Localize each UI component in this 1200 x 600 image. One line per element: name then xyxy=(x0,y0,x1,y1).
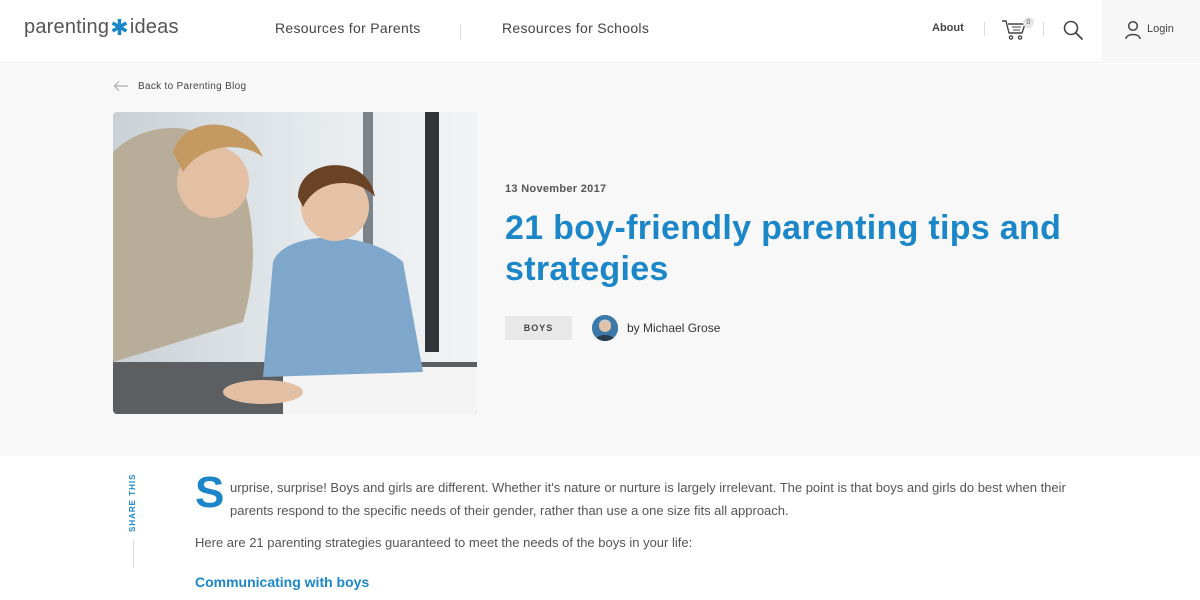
article-date: 13 November 2017 xyxy=(505,183,607,195)
share-this-link[interactable]: SHARE THIS xyxy=(128,474,137,532)
site-logo[interactable]: parenting ✱ ideas xyxy=(24,16,179,39)
search-icon[interactable] xyxy=(1062,19,1084,41)
nav-divider xyxy=(460,25,461,39)
nav-about[interactable]: About xyxy=(932,22,964,34)
site-header: parenting ✱ ideas Resources for Parents … xyxy=(0,0,1200,63)
logo-text-right: ideas xyxy=(129,16,179,38)
share-sidebar: SHARE THIS xyxy=(120,474,146,568)
nav-divider xyxy=(984,22,985,36)
login-button[interactable]: Login xyxy=(1102,0,1200,63)
back-link-label: Back to Parenting Blog xyxy=(138,80,247,92)
user-icon xyxy=(1125,20,1141,40)
article-title: 21 boy-friendly parenting tips and strat… xyxy=(505,209,1062,288)
article-hero: Back to Parenting Blog 13 November 2017 … xyxy=(0,64,1200,456)
logo-star-icon: ✱ xyxy=(110,14,129,40)
author-avatar xyxy=(592,315,618,341)
arrow-left-icon xyxy=(113,81,128,91)
category-tag-boys[interactable]: BOYS xyxy=(505,316,572,340)
article-hero-image xyxy=(113,112,477,414)
section-heading: Communicating with boys xyxy=(195,574,370,590)
nav-divider xyxy=(1043,22,1044,36)
lead-paragraph: Here are 21 parenting strategies guarant… xyxy=(195,535,693,550)
dropcap-letter: S xyxy=(195,468,225,517)
nav-resources-parents[interactable]: Resources for Parents xyxy=(275,20,421,36)
intro-paragraph: urprise, surprise! Boys and girls are di… xyxy=(230,480,1066,518)
share-divider xyxy=(133,540,134,568)
login-label: Login xyxy=(1147,23,1174,35)
author-name-link[interactable]: by Michael Grose xyxy=(627,321,720,335)
logo-text-left: parenting xyxy=(24,16,110,38)
cart-count-badge: 0 xyxy=(1023,17,1034,28)
nav-resources-schools[interactable]: Resources for Schools xyxy=(502,20,649,36)
back-to-blog-link[interactable]: Back to Parenting Blog xyxy=(113,80,246,92)
